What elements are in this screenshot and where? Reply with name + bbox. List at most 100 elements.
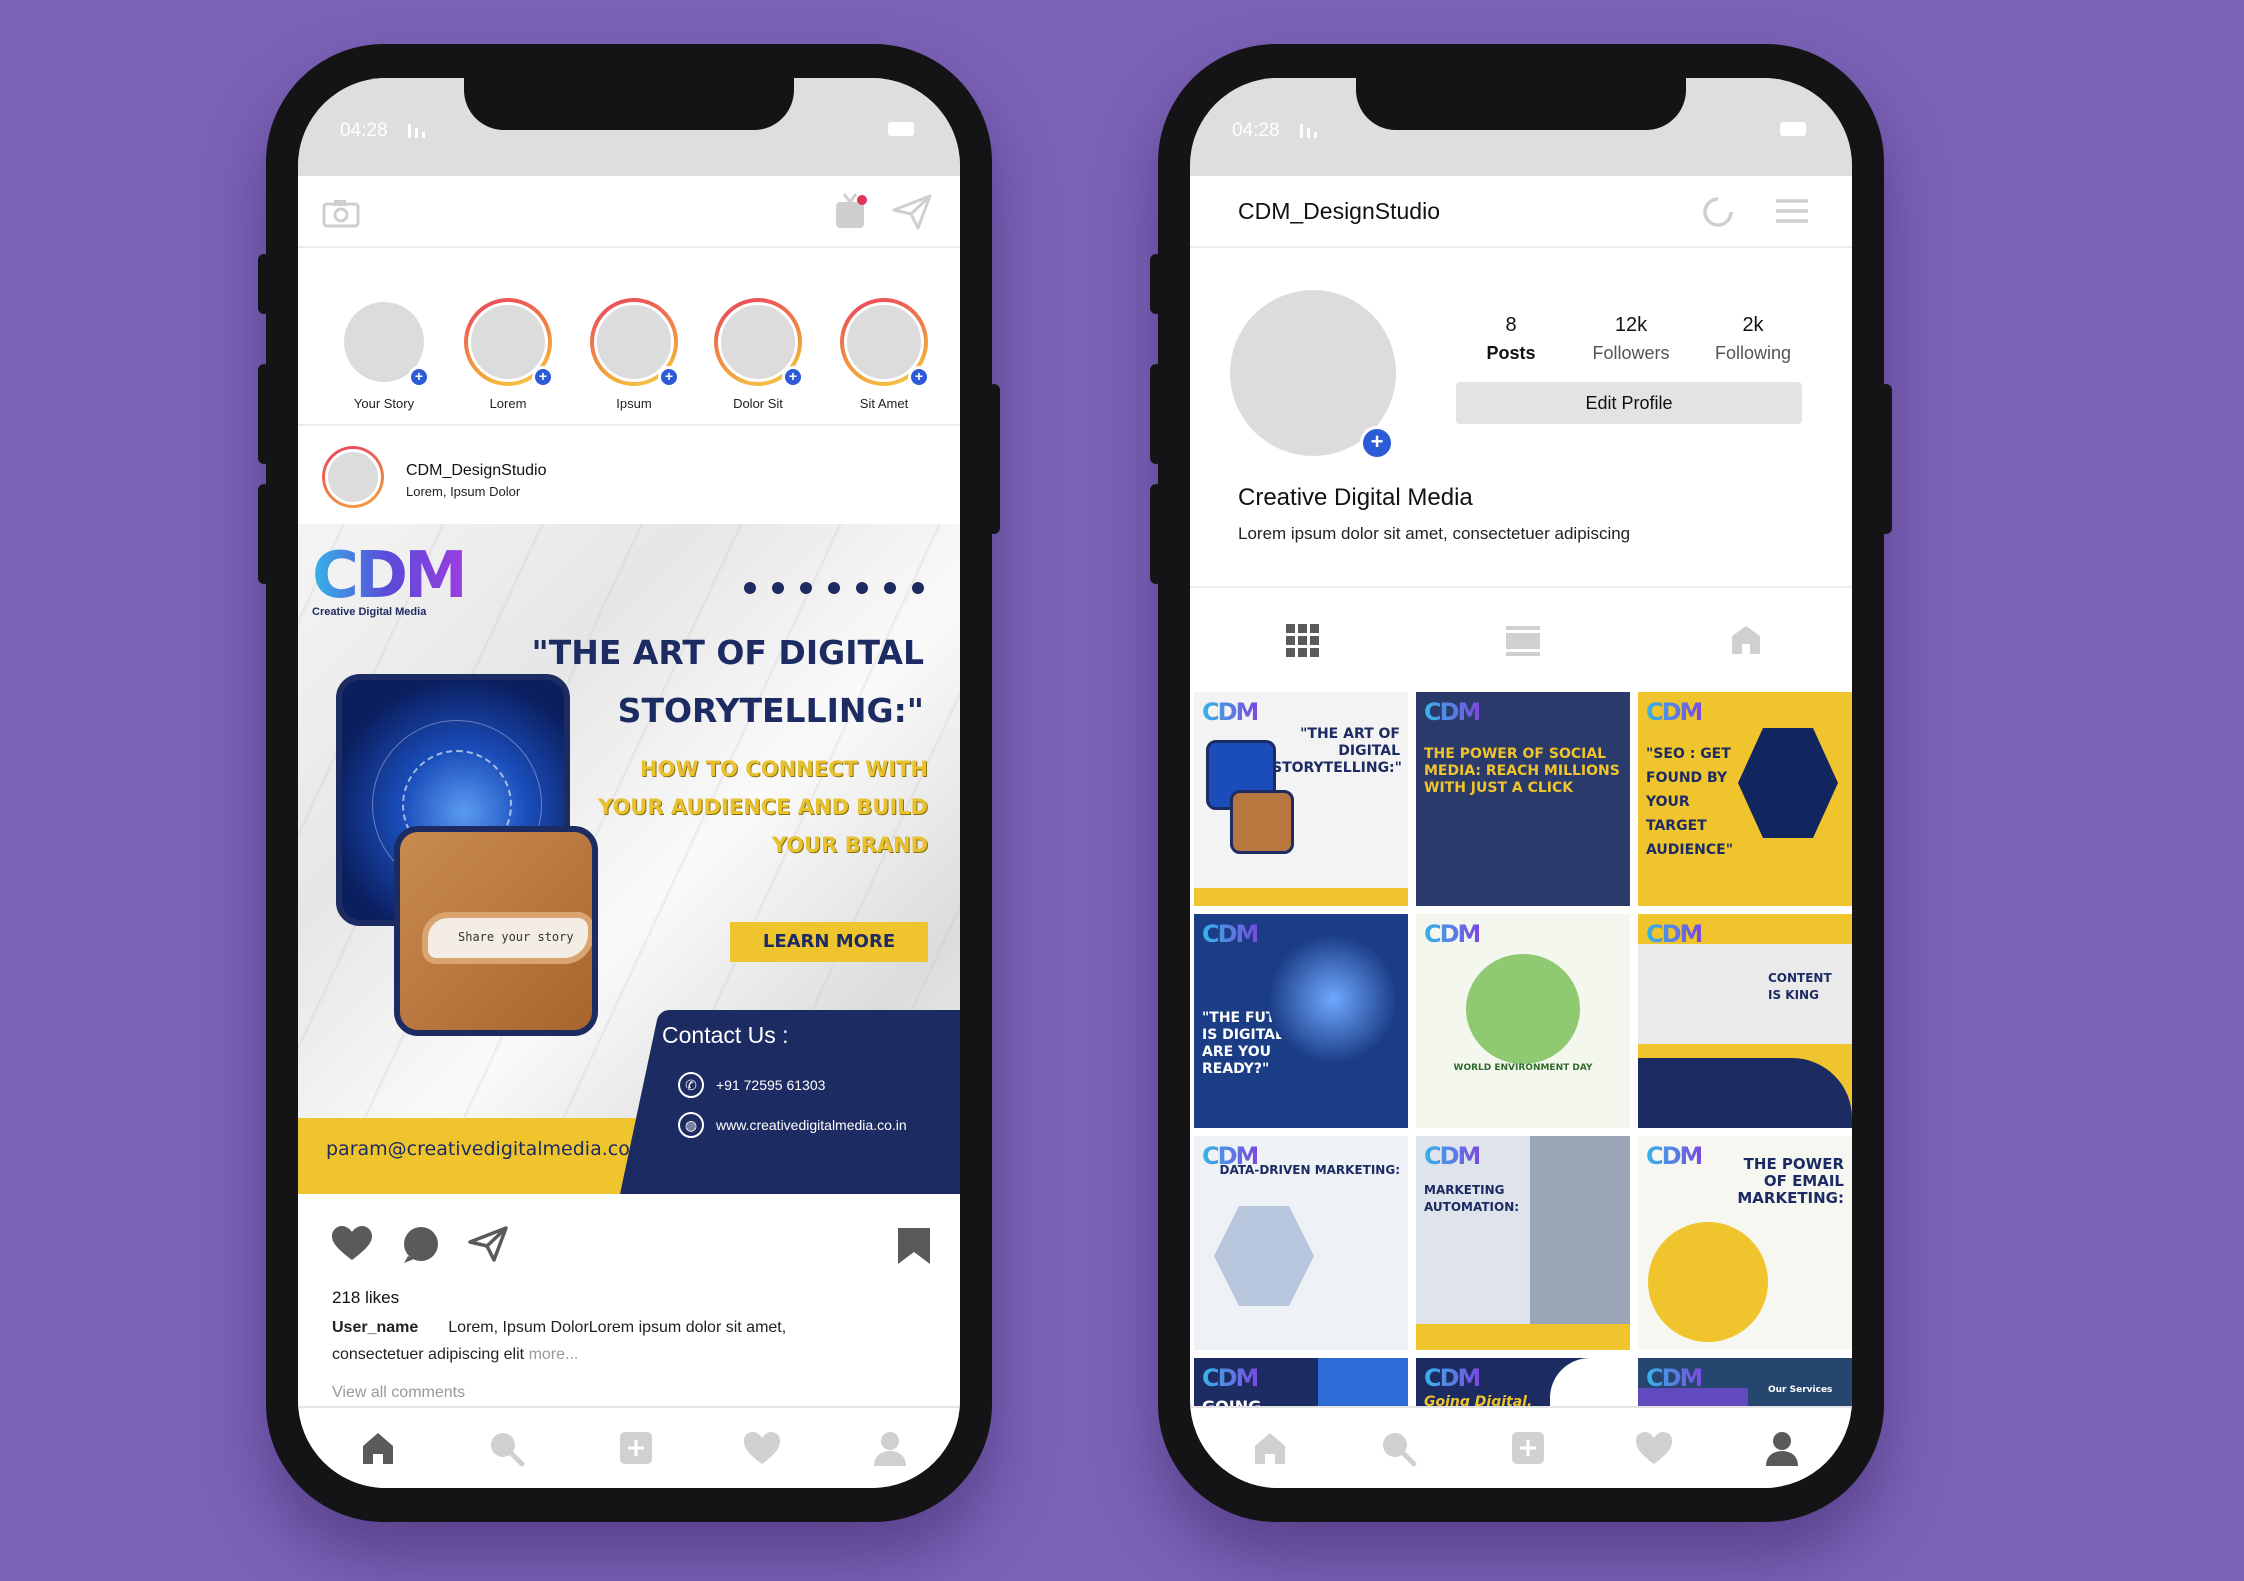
stat-label: Following: [1714, 343, 1792, 363]
grid-post[interactable]: CDM "THE ART OF DIGITAL STORYTELLING:": [1194, 692, 1408, 906]
refresh-icon[interactable]: [1702, 196, 1734, 228]
grid-post-title: MARKETING AUTOMATION:: [1424, 1183, 1520, 1214]
headline-line: "THE ART OF DIGITAL: [531, 633, 924, 672]
cdm-logo: CDM: [1202, 698, 1259, 726]
comment-icon[interactable]: [402, 1226, 440, 1264]
tagged-icon[interactable]: [1730, 624, 1762, 656]
grid-post[interactable]: CDM WORLD ENVIRONMENT DAY: [1416, 914, 1630, 1128]
power-button: [988, 384, 1000, 534]
volume-up-button: [1150, 364, 1162, 464]
post-headline: "THE ART OF DIGITAL STORYTELLING:": [532, 624, 924, 740]
stat-followers[interactable]: 12k Followers: [1576, 314, 1686, 364]
grid-post[interactable]: CDM "SEO : GET FOUND BY YOUR TARGET AUDIE…: [1638, 692, 1852, 906]
stat-following[interactable]: 2k Following: [1698, 314, 1808, 364]
story-item[interactable]: + Dolor Sit: [708, 298, 808, 411]
direct-message-icon[interactable]: [892, 194, 932, 230]
like-heart-icon[interactable]: [332, 1226, 372, 1262]
notch: [1356, 78, 1686, 130]
post-location[interactable]: Lorem, Ipsum Dolor: [406, 484, 520, 499]
stat-posts[interactable]: 8 Posts: [1456, 314, 1566, 364]
feed-phone: 04:28 + Your Story + Lorem + Ipsum + Dol…: [258, 44, 1000, 1522]
grid-post[interactable]: CDM CONTENT IS KING: [1638, 914, 1852, 1128]
grid-post-title: THE POWER OF EMAIL MARKETING:: [1737, 1155, 1844, 1207]
grid-post-title: DATA-DRIVEN MARKETING:: [1219, 1163, 1400, 1177]
post-subheadline: HOW TO CONNECT WITH YOUR AUDIENCE AND BU…: [598, 750, 928, 864]
story-label: Ipsum: [616, 396, 652, 411]
grid-post-title: "SEO : GET FOUND BY YOUR TARGET AUDIENCE…: [1646, 746, 1734, 858]
feed-screen: 04:28 + Your Story + Lorem + Ipsum + Dol…: [298, 78, 960, 1488]
igtv-icon[interactable]: [834, 192, 868, 230]
share-icon[interactable]: [468, 1226, 508, 1262]
story-item[interactable]: + Sit Amet: [834, 298, 934, 411]
search-icon[interactable]: [486, 1428, 526, 1468]
mute-switch: [1150, 254, 1162, 314]
subheadline-line: HOW TO CONNECT WITH: [639, 757, 928, 781]
activity-heart-icon[interactable]: [1634, 1428, 1674, 1468]
grid-post-title: THE POWER OF SOCIAL MEDIA: REACH MILLION…: [1424, 746, 1620, 796]
stories-tray: + Your Story + Lorem + Ipsum + Dolor Sit…: [298, 250, 960, 426]
caption-username[interactable]: User_name: [332, 1319, 418, 1336]
grid-post[interactable]: CDM MARKETING AUTOMATION:: [1416, 1136, 1630, 1350]
grid-post[interactable]: CDM THE POWER OF SOCIAL MEDIA: REACH MILL…: [1416, 692, 1630, 906]
story-your-story[interactable]: + Your Story: [334, 298, 434, 411]
phone-text: +91 72595 61303: [716, 1077, 826, 1093]
volume-up-button: [258, 364, 270, 464]
phone-icon: ✆: [678, 1072, 704, 1098]
new-post-icon[interactable]: [1508, 1428, 1548, 1468]
cdm-logo: CDM: [1202, 1364, 1259, 1392]
cdm-logo: CDM: [1424, 1142, 1481, 1170]
grid-post[interactable]: CDM "THE FUTURE IS DIGITAL: ARE YOU READY…: [1194, 914, 1408, 1128]
contact-website: ◍ www.creativedigitalmedia.co.in: [678, 1112, 907, 1138]
search-icon[interactable]: [1378, 1428, 1418, 1468]
grid-post-title: WORLD ENVIRONMENT DAY: [1453, 1063, 1593, 1073]
post-caption: User_name Lorem, Ipsum DolorLorem ipsum d…: [332, 1314, 802, 1368]
profile-view-tabs: [1190, 590, 1852, 690]
post-header: CDM_DesignStudio Lorem, Ipsum Dolor: [298, 426, 960, 526]
globe-icon: ◍: [678, 1112, 704, 1138]
stat-label: Followers: [1592, 343, 1670, 363]
add-photo-icon[interactable]: +: [1360, 426, 1394, 460]
post-image[interactable]: CDM Creative Digital Media "THE ART OF D…: [298, 524, 960, 1194]
grid-post[interactable]: CDM THE POWER OF EMAIL MARKETING:: [1638, 1136, 1852, 1350]
add-story-icon[interactable]: +: [408, 366, 430, 388]
mute-switch: [258, 254, 270, 314]
signal-icon: [1300, 124, 1322, 138]
volume-down-button: [258, 484, 270, 584]
likes-count[interactable]: 218 likes: [332, 1288, 399, 1308]
website-text: www.creativedigitalmedia.co.in: [716, 1117, 907, 1133]
signal-icon: [408, 124, 430, 138]
grid-post[interactable]: CDM DATA-DRIVEN MARKETING:: [1194, 1136, 1408, 1350]
cdm-logo: CDM Creative Digital Media: [312, 544, 468, 618]
activity-heart-icon[interactable]: [742, 1428, 782, 1468]
contact-email: param@creativedigitalmedia.co.in: [326, 1138, 653, 1160]
home-icon[interactable]: [1250, 1428, 1290, 1468]
bookmark-icon[interactable]: [898, 1228, 930, 1264]
subheadline-line: YOUR BRAND: [771, 833, 928, 857]
post-username[interactable]: CDM_DesignStudio: [406, 462, 547, 480]
post-avatar[interactable]: [322, 446, 384, 508]
edit-profile-button[interactable]: Edit Profile: [1456, 382, 1802, 424]
story-item[interactable]: + Ipsum: [584, 298, 684, 411]
home-icon[interactable]: [358, 1428, 398, 1468]
profile-header: + 8 Posts 12k Followers 2k Following Edit P…: [1190, 248, 1852, 588]
profile-phone: 04:28 CDM_DesignStudio + 8 Posts 12k Follo…: [1150, 44, 1892, 1522]
learn-more-button: LEARN MORE: [730, 922, 928, 962]
profile-avatar[interactable]: +: [1230, 290, 1396, 460]
more-link[interactable]: more...: [529, 1346, 579, 1363]
cdm-logo: CDM: [1424, 920, 1481, 948]
story-item[interactable]: + Lorem: [458, 298, 558, 411]
story-label: Lorem: [489, 396, 527, 411]
story-label: Sit Amet: [859, 396, 909, 411]
new-post-icon[interactable]: [616, 1428, 656, 1468]
profile-icon[interactable]: [1762, 1428, 1802, 1468]
camera-icon[interactable]: [322, 198, 362, 228]
cdm-logo: CDM: [1646, 698, 1703, 726]
contact-phone: ✆ +91 72595 61303: [678, 1072, 825, 1098]
feed-view-icon[interactable]: [1506, 626, 1540, 656]
posts-grid: CDM "THE ART OF DIGITAL STORYTELLING:" CD…: [1194, 692, 1852, 1458]
profile-icon[interactable]: [870, 1428, 910, 1468]
menu-icon[interactable]: [1776, 198, 1808, 224]
cdm-logo: CDM: [1424, 1364, 1481, 1392]
view-all-comments-link[interactable]: View all comments: [332, 1384, 465, 1402]
grid-view-icon[interactable]: [1286, 624, 1320, 658]
